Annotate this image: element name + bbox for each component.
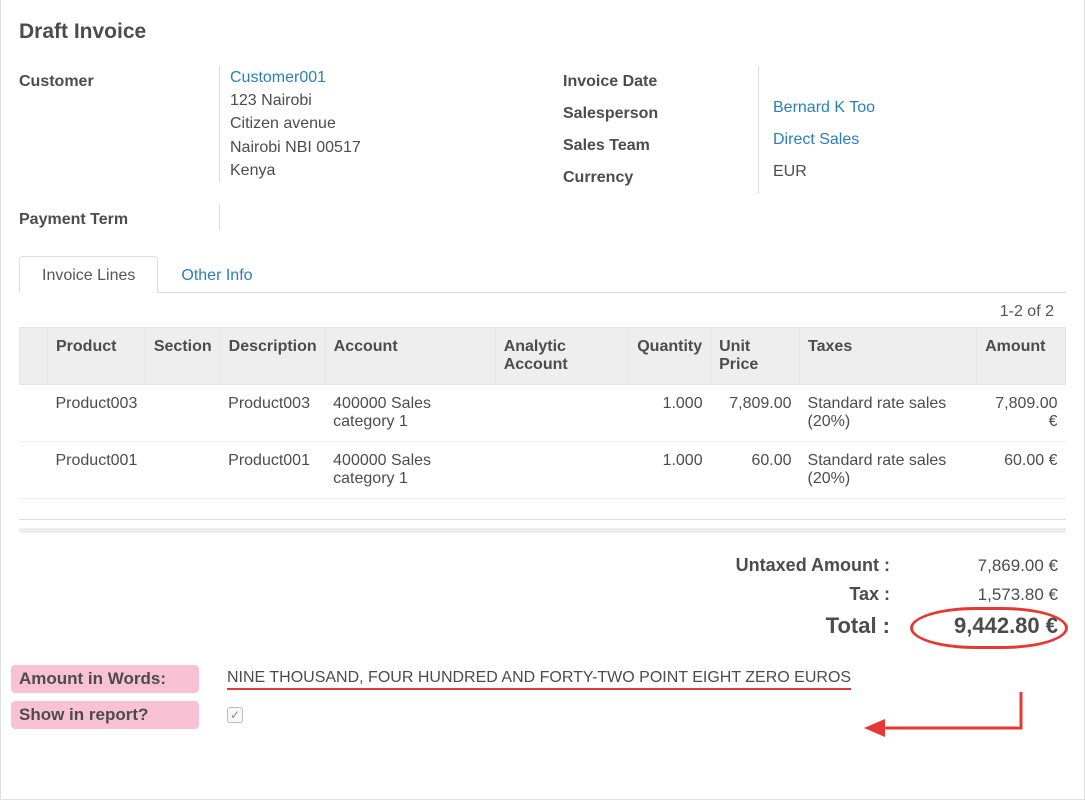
sales-team-label: Sales Team — [563, 130, 748, 162]
col-quantity[interactable]: Quantity — [629, 328, 711, 385]
salesperson-link[interactable]: Bernard K Too — [773, 92, 1066, 124]
cell-product: Product001 — [48, 442, 146, 499]
totals-block: Untaxed Amount : 7,869.00 € Tax : 1,573.… — [19, 551, 1066, 643]
col-description[interactable]: Description — [220, 328, 325, 385]
cell-amount: 60.00 € — [977, 442, 1066, 499]
amount-in-words-value: NINE THOUSAND, FOUR HUNDRED AND FORTY-TW… — [227, 669, 851, 690]
total-value-text: 9,442.80 € — [954, 613, 1058, 638]
currency-label: Currency — [563, 162, 748, 194]
row-handle[interactable] — [20, 442, 48, 499]
payment-term-row: Payment Term — [19, 204, 1066, 236]
cell-amount: 7,809.00 € — [977, 385, 1066, 442]
col-section[interactable]: Section — [145, 328, 220, 385]
sales-team-link[interactable]: Direct Sales — [773, 124, 1066, 156]
cell-section — [145, 385, 220, 442]
cell-account: 400000 Sales category 1 — [325, 442, 495, 499]
cell-section — [145, 442, 220, 499]
customer-address-line1: 123 Nairobi — [230, 89, 559, 112]
cell-description: Product001 — [220, 442, 325, 499]
cell-account: 400000 Sales category 1 — [325, 385, 495, 442]
cell-quantity: 1.000 — [629, 442, 711, 499]
tab-other-info[interactable]: Other Info — [158, 256, 275, 293]
col-amount[interactable]: Amount — [977, 328, 1066, 385]
col-taxes[interactable]: Taxes — [800, 328, 977, 385]
col-product[interactable]: Product — [48, 328, 146, 385]
customer-address-line2: Citizen avenue — [230, 112, 559, 135]
cell-unit-price: 7,809.00 — [711, 385, 800, 442]
col-drag-handle — [20, 328, 48, 385]
table-header-row: Product Section Description Account Anal… — [20, 328, 1066, 385]
pager: 1-2 of 2 — [19, 293, 1066, 327]
show-in-report-checkbox[interactable]: ✓ — [227, 707, 243, 723]
col-account[interactable]: Account — [325, 328, 495, 385]
tabs: Invoice Lines Other Info — [19, 256, 1066, 293]
invoice-date-label: Invoice Date — [563, 66, 748, 98]
customer-address-line3: Nairobi NBI 00517 — [230, 136, 559, 159]
table-row[interactable]: Product001Product001400000 Sales categor… — [20, 442, 1066, 499]
customer-name-link[interactable]: Customer001 — [230, 66, 559, 89]
cell-description: Product003 — [220, 385, 325, 442]
footer-section: Amount in Words: NINE THOUSAND, FOUR HUN… — [19, 665, 1066, 729]
invoice-form: Draft Invoice Customer Customer001 123 N… — [0, 0, 1085, 800]
cell-unit-price: 60.00 — [711, 442, 800, 499]
untaxed-amount-value: 7,869.00 € — [918, 556, 1058, 576]
cell-taxes: Standard rate sales (20%) — [800, 385, 977, 442]
payment-term-label: Payment Term — [19, 204, 219, 236]
customer-label: Customer — [19, 66, 219, 98]
cell-analytic-account — [495, 385, 629, 442]
tab-invoice-lines[interactable]: Invoice Lines — [19, 256, 158, 293]
row-handle[interactable] — [20, 385, 48, 442]
invoice-date-value — [773, 66, 1066, 92]
customer-country: Kenya — [230, 159, 559, 182]
table-row[interactable]: Product003Product003400000 Sales categor… — [20, 385, 1066, 442]
header-row: Customer Customer001 123 Nairobi Citizen… — [19, 66, 1066, 194]
tax-value: 1,573.80 € — [918, 585, 1058, 605]
currency-value: EUR — [773, 156, 1066, 188]
col-analytic-account[interactable]: Analytic Account — [495, 328, 629, 385]
cell-quantity: 1.000 — [629, 385, 711, 442]
customer-block: Customer001 123 Nairobi Citizen avenue N… — [219, 66, 559, 182]
amount-in-words-label: Amount in Words: — [11, 665, 199, 693]
salesperson-label: Salesperson — [563, 98, 748, 130]
cell-taxes: Standard rate sales (20%) — [800, 442, 977, 499]
cell-analytic-account — [495, 442, 629, 499]
untaxed-amount-label: Untaxed Amount : — [736, 555, 890, 576]
page-title: Draft Invoice — [19, 20, 1066, 44]
total-value: 9,442.80 € — [918, 613, 1058, 639]
total-label: Total : — [826, 613, 890, 639]
show-in-report-label: Show in report? — [11, 701, 199, 729]
tax-label: Tax : — [849, 584, 890, 605]
invoice-lines-table: Product Section Description Account Anal… — [19, 327, 1066, 499]
col-unit-price[interactable]: Unit Price — [711, 328, 800, 385]
cell-product: Product003 — [48, 385, 146, 442]
